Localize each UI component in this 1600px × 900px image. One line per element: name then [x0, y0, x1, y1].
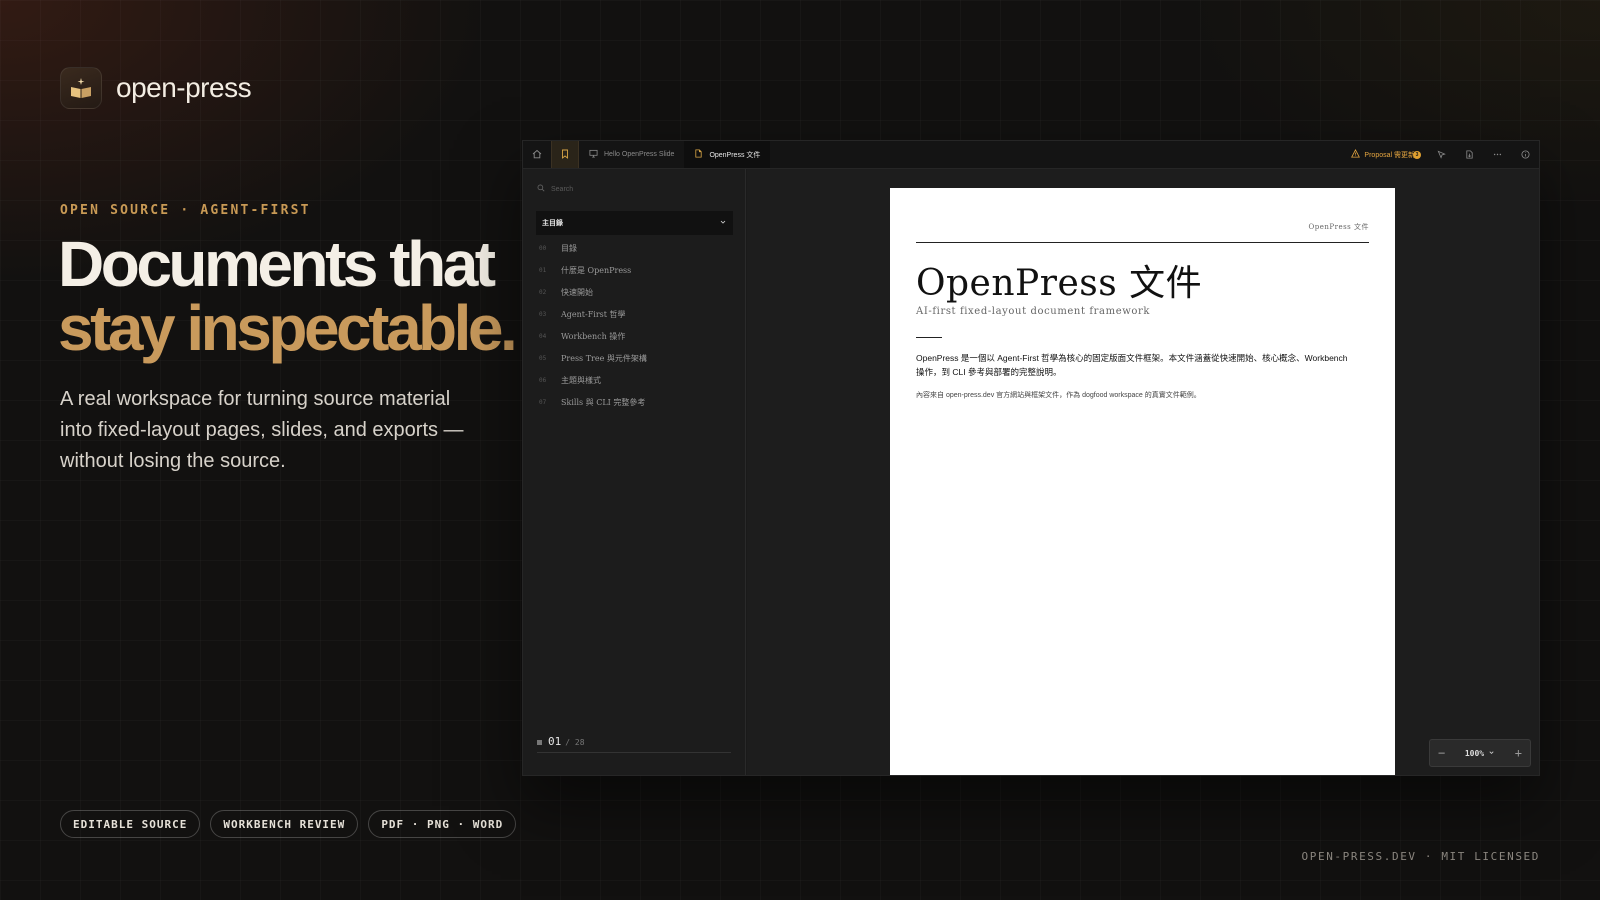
toc-item-number: 04: [539, 332, 547, 340]
proposal-button[interactable]: Proposal 需更新 3: [1339, 149, 1427, 160]
toc-item-label: 快速開始: [561, 287, 593, 297]
toc-item-number: 06: [539, 376, 547, 384]
toc-select-value: 主目錄: [542, 220, 563, 227]
page-note-text: 內容來自 open-press.dev 官方網站與框架文件，作為 dogfood…: [916, 392, 1201, 399]
toc-item[interactable]: 07 Skills 與 CLI 完整參考: [539, 391, 735, 413]
pointer-button[interactable]: [1427, 146, 1455, 164]
bookmark-icon: [560, 146, 570, 164]
page-running-header: OpenPress 文件: [1308, 223, 1369, 231]
toc-item-number: 03: [539, 310, 547, 318]
search-icon: [537, 184, 545, 194]
toc-item[interactable]: 02 快速開始: [539, 281, 735, 303]
toc-item-number: 07: [539, 398, 547, 406]
headline: Documents that stay inspectable.: [58, 228, 518, 364]
proposal-label: Proposal 需更新: [1364, 151, 1415, 159]
top-bar: Hello OpenPress Slide OpenPress 文件 Propo…: [523, 141, 1539, 169]
tab-openpress-doc[interactable]: OpenPress 文件: [684, 141, 771, 168]
toc-item-label: 主題與樣式: [561, 375, 601, 385]
more-dots-icon: [1493, 146, 1502, 164]
page-divider: [916, 337, 942, 338]
proposal-count-badge: 3: [1413, 151, 1421, 159]
more-button[interactable]: [1483, 146, 1511, 164]
brand: open-press: [60, 67, 252, 109]
top-bar-actions: Proposal 需更新 3: [1339, 141, 1539, 168]
toc-select[interactable]: 主目錄: [536, 211, 733, 235]
tab-label: Hello OpenPress Slide: [604, 151, 675, 158]
export-button[interactable]: [1455, 146, 1483, 164]
toc-item-number: 02: [539, 288, 547, 296]
tab-hello-slide[interactable]: Hello OpenPress Slide: [579, 141, 684, 168]
file-export-icon: [1465, 146, 1474, 164]
page-body-text: OpenPress 是一個以 Agent-First 哲學為核心的固定版面文件框…: [916, 353, 1348, 377]
toc-item-label: Press Tree 與元件架構: [561, 353, 647, 363]
pill-editable-source: EDITABLE SOURCE: [60, 810, 201, 838]
page-title: OpenPress 文件: [916, 263, 1203, 304]
app-window: Hello OpenPress Slide OpenPress 文件 Propo…: [522, 140, 1540, 776]
toc-item[interactable]: 04 Workbench 操作: [539, 325, 735, 347]
eyebrow-text: OPEN SOURCE · AGENT-FIRST: [60, 203, 311, 218]
zoom-in-button[interactable]: +: [1515, 746, 1522, 760]
cursor-icon: [1437, 146, 1446, 164]
info-icon: [1520, 146, 1530, 164]
zoom-value: 100%: [1464, 748, 1485, 758]
open-book-logo-icon: [60, 67, 102, 109]
pill-workbench-review: WORKBENCH REVIEW: [210, 810, 359, 838]
toc-item-number: 01: [539, 266, 547, 274]
feature-pills: EDITABLE SOURCE WORKBENCH REVIEW PDF · P…: [60, 810, 517, 838]
document-page[interactable]: OpenPress 文件 OpenPress 文件 AI-first fixed…: [890, 188, 1395, 775]
chevron-down-icon: [1488, 749, 1495, 758]
page-header-rule: [916, 242, 1369, 243]
page-indicator: 01 / 28: [537, 735, 731, 753]
brand-name: open-press: [116, 72, 252, 103]
toc-item[interactable]: 01 什麼是 OpenPress: [539, 259, 735, 281]
current-page: 01: [548, 735, 562, 748]
total-pages: / 28: [565, 738, 585, 747]
chevron-down-icon: [719, 218, 727, 228]
toc-item-label: Agent-First 哲學: [561, 309, 626, 319]
toc-item-number: 05: [539, 354, 547, 362]
toc-item[interactable]: 00 目錄: [539, 237, 735, 259]
search-input[interactable]: Search: [537, 181, 731, 197]
toc-item-label: Skills 與 CLI 完整參考: [561, 397, 646, 407]
toc-list: 00 目錄 01 什麼是 OpenPress 02 快速開始 03 Agent-Firs…: [539, 237, 735, 413]
toc-item[interactable]: 06 主題與樣式: [539, 369, 735, 391]
sidebar: Search 主目錄 00 目錄 01 什麼是 OpenPress 02 快速開始 0…: [523, 169, 746, 775]
toc-item-label: 目錄: [561, 243, 577, 253]
toc-item-label: Workbench 操作: [561, 331, 626, 341]
headline-line-1: Documents that: [58, 228, 496, 300]
home-button[interactable]: [523, 141, 551, 168]
toc-item-label: 什麼是 OpenPress: [561, 265, 632, 275]
zoom-control: − 100% +: [1429, 739, 1531, 767]
info-button[interactable]: [1511, 146, 1539, 164]
headline-line-2: stay inspectable.: [58, 292, 518, 364]
document-icon: [694, 149, 703, 160]
tab-label: OpenPress 文件: [709, 151, 761, 159]
zoom-select[interactable]: 100%: [1465, 749, 1495, 758]
toc-item-number: 00: [539, 244, 547, 252]
toc-item[interactable]: 03 Agent-First 哲學: [539, 303, 735, 325]
toc-item[interactable]: 05 Press Tree 與元件架構: [539, 347, 735, 369]
search-placeholder: Search: [551, 185, 574, 193]
bookmark-button[interactable]: [551, 141, 579, 168]
home-icon: [532, 146, 542, 164]
warning-icon: [1351, 149, 1361, 160]
footer-note: OPEN-PRESS.DEV · MIT LICENSED: [1301, 850, 1540, 863]
zoom-out-button[interactable]: −: [1438, 746, 1445, 760]
pill-export-formats: PDF · PNG · WORD: [368, 810, 517, 838]
page-subtitle: AI-first fixed-layout document framework: [916, 306, 1151, 317]
lede-paragraph: A real workspace for turning source mate…: [60, 388, 464, 472]
document-canvas: OpenPress 文件 OpenPress 文件 AI-first fixed…: [747, 169, 1539, 775]
monitor-icon: [589, 149, 598, 160]
page-stack-icon: [537, 740, 542, 745]
